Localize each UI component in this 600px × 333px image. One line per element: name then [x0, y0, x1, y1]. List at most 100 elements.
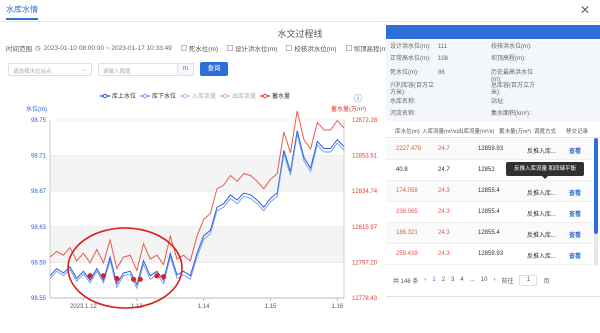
table-cell: 12855.4: [478, 188, 500, 194]
check-check-flood[interactable]: 校核洪水位(m): [286, 43, 337, 53]
view-link[interactable]: 查看: [569, 251, 581, 260]
info-label: 正常高水位(m):: [390, 56, 431, 62]
table-row[interactable]: 2227.478 24.7 12859.93 反推入库... 查看: [386, 139, 593, 160]
data-marker: [114, 275, 120, 282]
table-cell: 24.7: [438, 146, 450, 152]
view-link[interactable]: 查看: [569, 209, 581, 218]
checkbox[interactable]: [286, 45, 293, 51]
data-table: 库水位(m) 入库流量(m³/s) 出库流量(m³/s) 蓄水量(万m³) 调度…: [386, 123, 600, 267]
table-cell: 24.3: [438, 230, 450, 236]
dispatch-cell[interactable]: 反推入库...: [527, 230, 556, 239]
check-dead-level[interactable]: 死水位(m): [180, 43, 218, 53]
check-dam-crest[interactable]: 坝顶高程(m): [345, 43, 389, 53]
info-label: 设计洪水位(m):: [390, 44, 431, 50]
info-label: 集水面积(km²):: [491, 111, 531, 117]
table-cell: 24.3: [438, 251, 450, 257]
table-cell: 12855.4: [478, 209, 500, 215]
x-tick-label: 1.14: [198, 304, 210, 310]
y2-axis-label: 蓄水量(万m³): [331, 105, 366, 113]
info-label: 水库名称:: [390, 99, 416, 105]
info-label: 总库容(百万立方米):: [491, 83, 535, 96]
station-select[interactable]: 请选择水位站点 ⌄: [8, 62, 92, 76]
info-label: 死水位(m):: [390, 70, 419, 76]
divider: [386, 296, 600, 297]
prev-page-icon[interactable]: ‹: [424, 277, 426, 283]
legend-label[interactable]: 出库流量: [232, 92, 256, 100]
page-3[interactable]: 3: [451, 277, 454, 283]
info-icon[interactable]: ⓘ: [354, 94, 362, 103]
info-label: 校核洪水位(m):: [491, 44, 532, 50]
info-label: 历史最高洪水位(m):: [491, 70, 534, 83]
page-jump-input[interactable]: 1: [519, 274, 538, 286]
legend-dot[interactable]: [142, 93, 148, 99]
page-2[interactable]: 2: [442, 277, 445, 283]
legend-dot[interactable]: [222, 93, 228, 99]
info-header-bar: [386, 25, 600, 39]
data-marker: [160, 274, 167, 280]
x-tick-label: 1.15: [265, 304, 277, 310]
y-tick-label: 98.71: [31, 154, 47, 160]
chart-legend[interactable]: 库上水位 库下水位 入库流量 出库流量 蓄水量: [100, 92, 290, 100]
filter-bar: 时间范围 ◷ 2023-01-10 08:00:00 ~ 2023-01-17 …: [6, 42, 389, 54]
legend-dot[interactable]: [262, 93, 268, 99]
close-icon[interactable]: ✕: [580, 3, 590, 17]
page-1[interactable]: 1: [432, 277, 435, 283]
checkbox[interactable]: [227, 45, 234, 51]
scrollbar-thumb[interactable]: [594, 138, 598, 234]
table-cell: 24.3: [438, 188, 450, 194]
data-marker: [100, 273, 107, 279]
page-suffix: 页: [543, 278, 550, 285]
legend-label[interactable]: 库下水位: [152, 92, 176, 100]
page-10[interactable]: 10: [481, 277, 488, 283]
unit-addon: m: [178, 62, 194, 76]
table-cell: 2227.478: [396, 146, 422, 152]
legend-label[interactable]: 库上水位: [112, 92, 136, 100]
table-cell: 12855.4: [478, 230, 500, 236]
y2-tick-label: 12853.51: [352, 154, 378, 160]
dispatch-cell[interactable]: 反推入库...: [527, 188, 556, 197]
y-tick-label: 98.63: [31, 225, 47, 231]
query-button[interactable]: 查询: [200, 62, 228, 76]
page-ellipsis[interactable]: ...: [470, 277, 475, 283]
main-window: 水库水情 ✕ 水文过程线 时间范围 ◷ 2023-01-10 08:00:00 …: [0, 0, 600, 333]
next-page-icon[interactable]: ›: [493, 277, 495, 283]
checkbox[interactable]: [180, 45, 187, 51]
data-marker: [154, 273, 160, 279]
top-bar: 水库水情 ✕: [0, 0, 600, 22]
table-cell: 12859.93: [478, 251, 504, 257]
info-value: 111: [438, 44, 448, 50]
page-4[interactable]: 4: [460, 277, 463, 283]
legend-label[interactable]: 蓄水量: [272, 92, 290, 100]
table-row[interactable]: 238.065 24.3 12855.4 反推入库... 查看: [386, 202, 593, 223]
tab-reservoir-status[interactable]: 水库水情: [6, 4, 38, 20]
view-link[interactable]: 查看: [569, 146, 581, 155]
table-row[interactable]: 259.439 24.3 12859.93 反推入库... 查看: [386, 244, 593, 265]
info-value: 108: [438, 56, 449, 62]
checkbox[interactable]: [345, 45, 352, 51]
x-tick-label: 1.16: [331, 304, 343, 310]
y-tick-label: 98.55: [31, 296, 47, 302]
info-value: 86: [438, 70, 445, 76]
check-design-flood[interactable]: 设计洪水位(m): [227, 43, 277, 53]
table-row[interactable]: 174.058 24.3 12855.4 反推入库... 查看: [386, 181, 593, 202]
dispatch-cell[interactable]: 反推入库...: [527, 209, 556, 218]
select-placeholder: 请选择水位站点: [13, 68, 52, 75]
view-link[interactable]: 查看: [569, 188, 581, 197]
dispatch-cell[interactable]: 反推入库...: [527, 146, 556, 155]
table-row[interactable]: 188.321 24.3 12855.4 反推入库... 查看: [386, 223, 593, 244]
dispatch-cell[interactable]: 反推入库...: [527, 251, 556, 260]
search-row: 请选择水位站点 ⌄ 请输入阈值 m 查询: [8, 62, 228, 76]
header-cell: 调度方式: [534, 129, 557, 135]
legend-dot[interactable]: [182, 93, 188, 99]
y2-tick-label: 12872.28: [352, 118, 378, 124]
axis-ticks: 98.75 98.71 98.67 98.63 98.59 98.55 12872.28 12…: [31, 118, 378, 310]
data-marker: [87, 273, 93, 279]
legend-label[interactable]: 入库流量: [192, 92, 216, 100]
legend-dot[interactable]: [102, 93, 108, 99]
table-cell: 40.8: [396, 167, 408, 173]
goto-label: 前往: [501, 278, 514, 285]
threshold-input[interactable]: 请输入阈值: [98, 62, 178, 76]
table-cell: 12859.93: [478, 146, 504, 152]
time-range-picker[interactable]: 2023-01-10 08:00:00 ~ 2023-01-17 10:33:4…: [44, 45, 172, 52]
view-link[interactable]: 查看: [569, 230, 581, 239]
